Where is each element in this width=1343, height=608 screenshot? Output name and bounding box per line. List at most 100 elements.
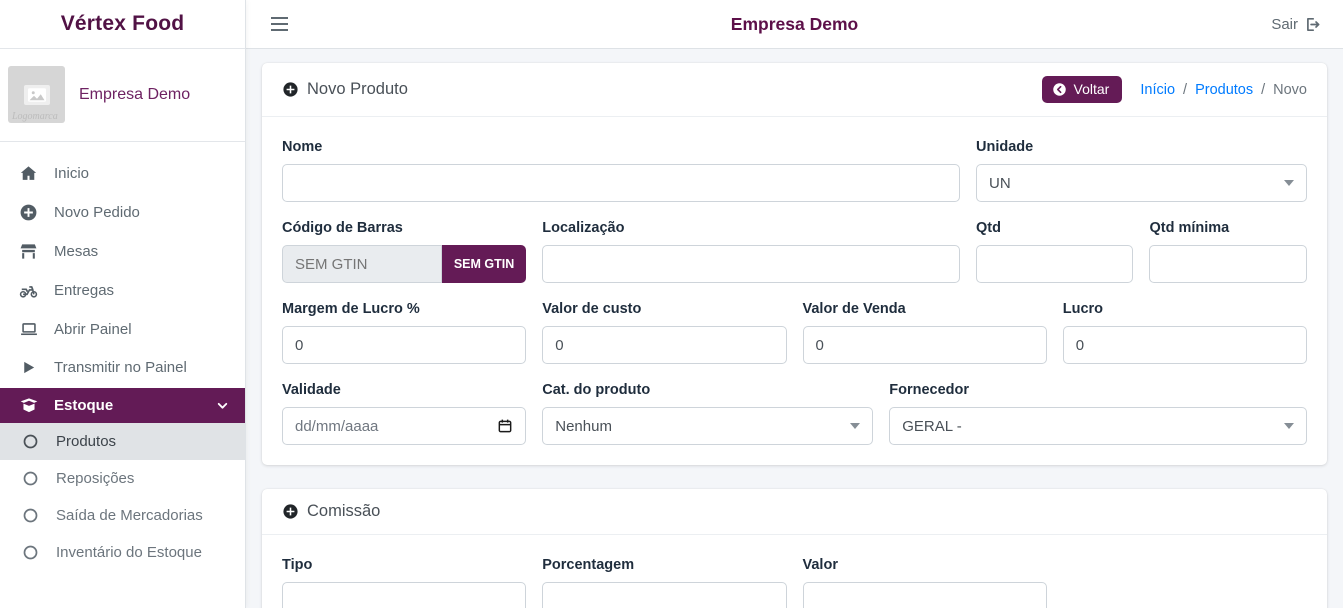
breadcrumb-current: Novo xyxy=(1273,82,1307,98)
caret-down-icon xyxy=(1284,180,1294,186)
company-panel: Logomarca Empresa Demo xyxy=(0,49,245,142)
localizacao-label: Localização xyxy=(542,220,960,236)
valor-label: Valor xyxy=(803,557,1047,573)
sidebar-item-mesas[interactable]: Mesas xyxy=(0,232,245,271)
arrow-circle-left-icon xyxy=(1052,82,1067,97)
porcentagem-label: Porcentagem xyxy=(542,557,786,573)
codigo-barras-label: Código de Barras xyxy=(282,220,526,236)
sidebar-item-inventario-estoque[interactable]: Inventário do Estoque xyxy=(0,534,245,571)
app-root: Vértex Food Logomarca Empresa Demo Inici… xyxy=(0,0,1343,608)
unidade-selected-value: UN xyxy=(989,175,1011,192)
sidebar-item-saida-mercadorias[interactable]: Saída de Mercadorias xyxy=(0,497,245,534)
valor-input[interactable] xyxy=(803,582,1047,608)
comissao-card: Comissão Tipo Porcentagem xyxy=(262,489,1327,608)
cat-produto-label: Cat. do produto xyxy=(542,382,873,398)
date-placeholder: dd/mm/aaaa xyxy=(295,418,378,435)
caret-down-icon xyxy=(850,423,860,429)
cat-produto-selected-value: Nenhum xyxy=(555,418,612,435)
novo-produto-card-header: Novo Produto Voltar Início / Produto xyxy=(262,63,1327,117)
play-icon xyxy=(16,359,41,376)
card-title: Novo Produto xyxy=(282,80,408,99)
sidebar-item-label: Saída de Mercadorias xyxy=(56,507,203,524)
unidade-label: Unidade xyxy=(976,139,1307,155)
sidebar-item-produtos[interactable]: Produtos xyxy=(0,423,245,460)
logout-link[interactable]: Sair xyxy=(1271,16,1321,33)
nome-input[interactable] xyxy=(282,164,960,202)
card-title: Comissão xyxy=(282,502,380,521)
circle-icon xyxy=(18,433,43,450)
breadcrumb: Início / Produtos / Novo xyxy=(1140,82,1307,98)
valor-custo-label: Valor de custo xyxy=(542,301,786,317)
sidebar-item-label: Reposições xyxy=(56,470,134,487)
tipo-label: Tipo xyxy=(282,557,526,573)
sidebar-item-inicio[interactable]: Inicio xyxy=(0,154,245,193)
validade-date-input[interactable]: dd/mm/aaaa xyxy=(282,407,526,445)
sidebar-item-label: Produtos xyxy=(56,433,116,450)
lucro-input[interactable] xyxy=(1063,326,1307,364)
unidade-select[interactable]: UN xyxy=(976,164,1307,202)
sidebar-item-transmitir-painel[interactable]: Transmitir no Painel xyxy=(0,349,245,386)
box-open-icon xyxy=(16,396,41,415)
validade-label: Validade xyxy=(282,382,526,398)
sidebar-item-reposicoes[interactable]: Reposições xyxy=(0,460,245,497)
store-icon xyxy=(16,242,41,261)
sidebar-item-estoque[interactable]: Estoque xyxy=(0,388,245,423)
caret-down-icon xyxy=(1284,423,1294,429)
estoque-submenu: Produtos Reposições Saída de Mercadorias xyxy=(0,423,245,571)
sidebar-item-label: Inventário do Estoque xyxy=(56,544,202,561)
breadcrumb-separator: / xyxy=(1183,82,1187,98)
company-name: Empresa Demo xyxy=(79,86,190,104)
valor-venda-label: Valor de Venda xyxy=(803,301,1047,317)
sidebar-item-label: Entregas xyxy=(54,282,114,299)
sidebar-item-label: Novo Pedido xyxy=(54,204,140,221)
lucro-label: Lucro xyxy=(1063,301,1307,317)
voltar-label: Voltar xyxy=(1074,81,1110,97)
plus-circle-icon xyxy=(282,503,299,520)
sidebar-item-novo-pedido[interactable]: Novo Pedido xyxy=(0,193,245,232)
company-logo-placeholder: Logomarca xyxy=(8,66,65,123)
sidebar-item-abrir-painel[interactable]: Abrir Painel xyxy=(0,310,245,349)
fornecedor-label: Fornecedor xyxy=(889,382,1307,398)
breadcrumb-inicio[interactable]: Início xyxy=(1140,82,1175,98)
menu-toggle-icon[interactable] xyxy=(269,13,290,35)
motorcycle-icon xyxy=(16,281,41,300)
qtd-label: Qtd xyxy=(976,220,1133,236)
comissao-form: Tipo Porcentagem Valor xyxy=(262,535,1327,608)
margem-lucro-label: Margem de Lucro % xyxy=(282,301,526,317)
sidebar-menu: Inicio Novo Pedido Mesas Entregas xyxy=(0,142,245,571)
sidebar-item-entregas[interactable]: Entregas xyxy=(0,271,245,310)
main-area: Empresa Demo Sair Novo Produto xyxy=(246,0,1343,608)
sidebar: Vértex Food Logomarca Empresa Demo Inici… xyxy=(0,0,246,608)
topbar: Empresa Demo Sair xyxy=(246,0,1343,49)
sidebar-item-label: Mesas xyxy=(54,243,98,260)
sidebar-item-label: Inicio xyxy=(54,165,89,182)
porcentagem-input[interactable] xyxy=(542,582,786,608)
qtd-input[interactable] xyxy=(976,245,1133,283)
voltar-button[interactable]: Voltar xyxy=(1042,76,1123,103)
sidebar-item-label: Estoque xyxy=(54,397,113,414)
cat-produto-select[interactable]: Nenhum xyxy=(542,407,873,445)
logo-placeholder-caption: Logomarca xyxy=(12,111,58,122)
chevron-down-icon xyxy=(216,399,229,412)
plus-circle-icon xyxy=(16,203,41,222)
codigo-barras-input[interactable] xyxy=(282,245,442,283)
margem-lucro-input[interactable] xyxy=(282,326,526,364)
sem-gtin-button[interactable]: SEM GTIN xyxy=(442,245,526,283)
circle-icon xyxy=(18,544,43,561)
calendar-icon[interactable] xyxy=(497,418,513,434)
card-title-text: Comissão xyxy=(307,502,380,521)
sidebar-item-label: Abrir Painel xyxy=(54,321,132,338)
content: Novo Produto Voltar Início / Produto xyxy=(246,49,1343,608)
valor-venda-input[interactable] xyxy=(803,326,1047,364)
brand: Vértex Food xyxy=(0,0,245,49)
breadcrumb-produtos[interactable]: Produtos xyxy=(1195,82,1253,98)
tipo-input[interactable] xyxy=(282,582,526,608)
circle-icon xyxy=(18,470,43,487)
novo-produto-form: Nome Unidade UN xyxy=(262,117,1327,465)
nome-label: Nome xyxy=(282,139,960,155)
fornecedor-select[interactable]: GERAL - xyxy=(889,407,1307,445)
localizacao-input[interactable] xyxy=(542,245,960,283)
valor-custo-input[interactable] xyxy=(542,326,786,364)
qtd-minima-label: Qtd mínima xyxy=(1149,220,1306,236)
qtd-minima-input[interactable] xyxy=(1149,245,1306,283)
